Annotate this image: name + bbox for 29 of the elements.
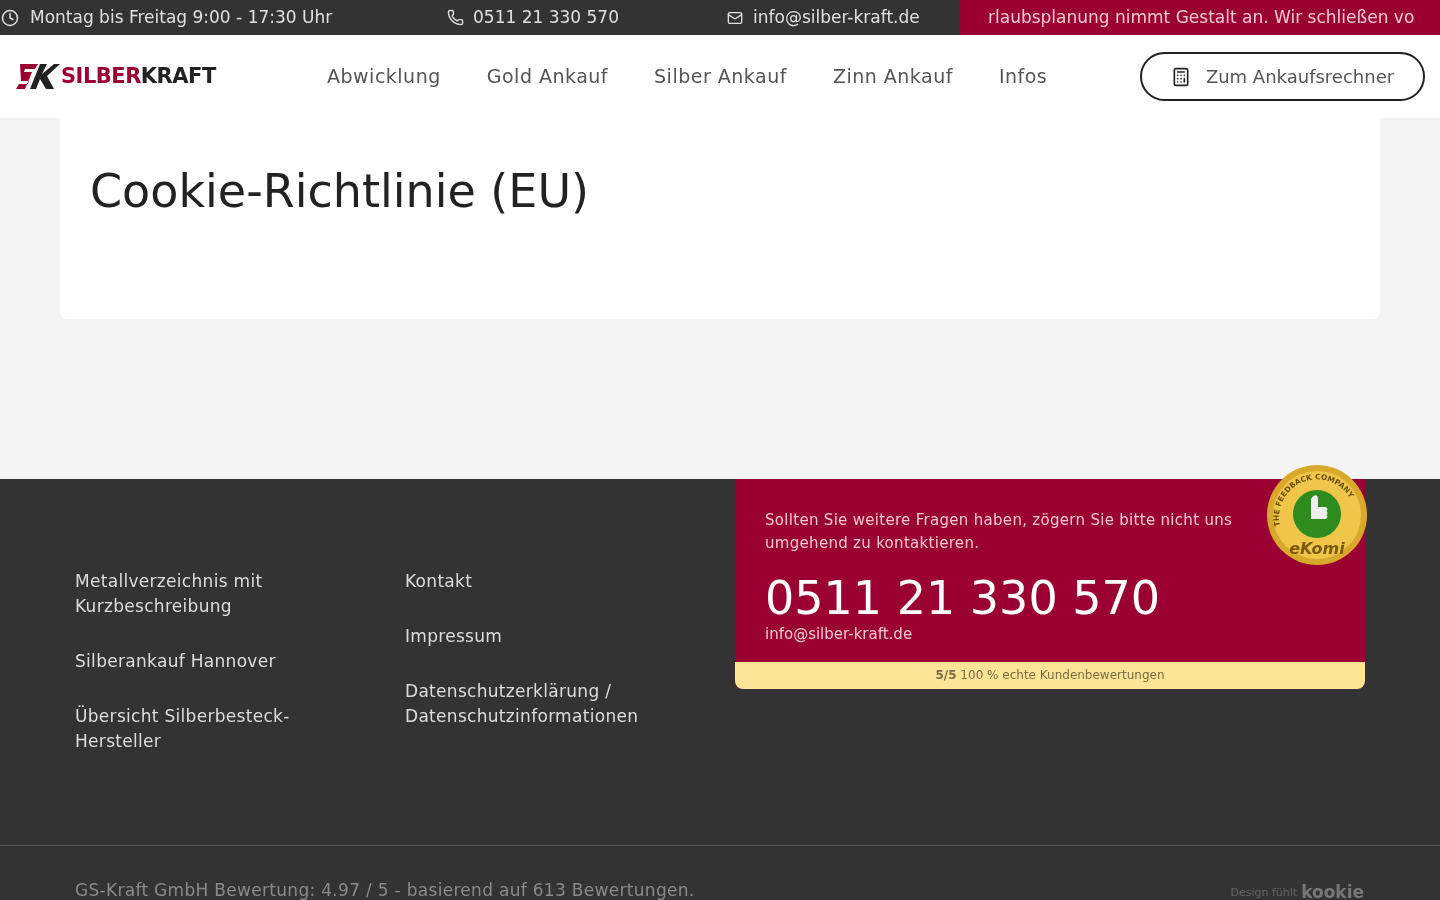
calculator-button[interactable]: Zum Ankaufsrechner [1140, 52, 1425, 101]
contact-phone[interactable]: 0511 21 330 570 [765, 573, 1255, 623]
nav-link[interactable]: Zinn Ankauf [832, 62, 953, 91]
phone-icon [447, 9, 464, 26]
logo-text: SILBERKRAFT [61, 62, 216, 90]
logo-mark-icon [16, 64, 60, 89]
clock-icon [1, 8, 19, 27]
phone-link[interactable]: 0511 21 330 570 [447, 4, 727, 31]
page-title: Cookie-Richtlinie (EU) [90, 163, 590, 220]
footer-link[interactable]: Metallverzeichnis mit Kurzbeschreibung [75, 569, 325, 619]
contact-text: Sollten Sie weitere Fragen haben, zögern Sie bitte nicht uns umgehend zu kontaktieren. [765, 510, 1234, 554]
footer-link[interactable]: Silberankauf Hannover [75, 649, 325, 674]
company-rating: GS-Kraft GmbH Bewertung: 4.97 / 5 - basierend auf 613 Bewertungen. [75, 879, 695, 900]
news-ticker: rlaubsplanung nimmt Gestalt an. Wir schließen vo [960, 0, 1440, 35]
rating-text: 5/5 100 % echte Kundenbewertungen [935, 667, 1165, 684]
nav-link[interactable]: Abwicklung [327, 62, 441, 91]
opening-hours: Montag bis Freitag 9:00 - 17:30 Uhr [30, 5, 333, 29]
footer-link[interactable]: Übersicht Silberbesteck-Hersteller [75, 704, 325, 754]
nav-link[interactable]: Infos [998, 62, 1048, 91]
mail-icon [727, 9, 743, 26]
logo[interactable]: SILBERKRAFT [16, 60, 306, 93]
nav-link[interactable]: Gold Ankauf [486, 62, 609, 91]
footer-link[interactable]: Datenschutzerklärung / Datenschutzinformationen [405, 679, 655, 729]
agency-logo: kookie [1301, 884, 1364, 900]
nav-link[interactable]: Silber Ankauf [654, 62, 787, 91]
contact-email[interactable]: info@silber-kraft.de [765, 623, 1255, 646]
email-link[interactable]: info@silber-kraft.de [727, 4, 960, 31]
footer-link[interactable]: Kontakt [405, 569, 655, 594]
footer-link[interactable]: Impressum [405, 624, 655, 649]
